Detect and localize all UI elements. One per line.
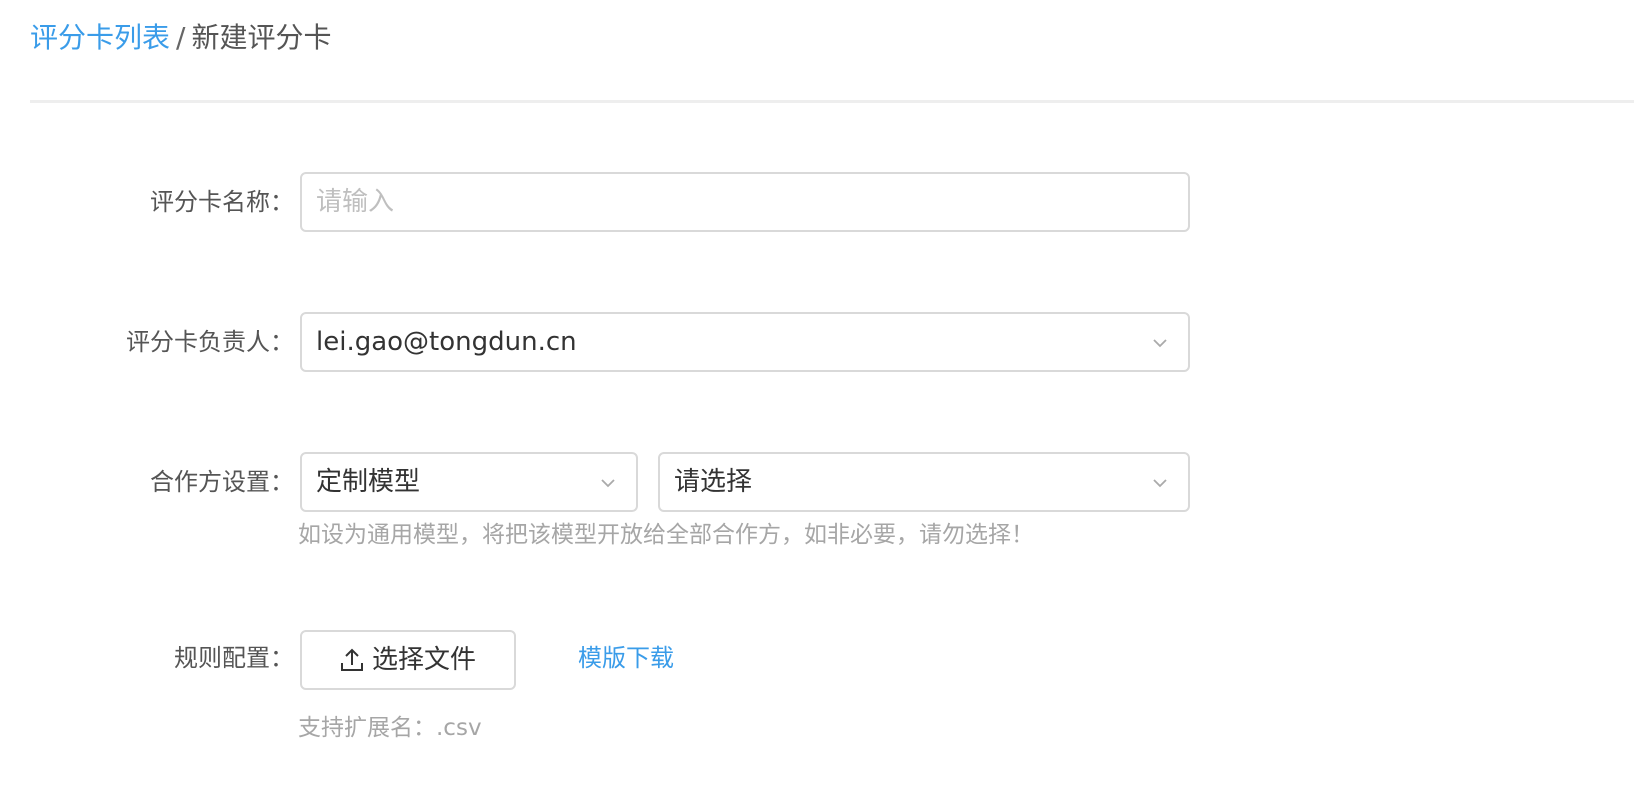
breadcrumb: 评分卡列表 / 新建评分卡 (30, 16, 331, 60)
chevron-down-icon (1153, 339, 1167, 348)
scorecard-name-input[interactable]: 请输入 (300, 172, 1190, 232)
rule-config-label: 规则配置： (174, 644, 294, 672)
file-extension-hint: 支持扩展名：.csv (298, 715, 482, 741)
chevron-down-icon (1153, 479, 1167, 488)
upload-icon (340, 648, 363, 671)
scorecard-owner-select[interactable]: lei.gao@tongdun.cn (300, 312, 1190, 372)
scorecard-owner-label: 评分卡负责人： (126, 328, 294, 356)
partner-select-value: 请选择 (674, 467, 753, 497)
scorecard-owner-value: lei.gao@tongdun.cn (316, 327, 577, 357)
model-type-select[interactable]: 定制模型 (300, 452, 638, 512)
breadcrumb-scorecard-list-link[interactable]: 评分卡列表 (30, 21, 170, 54)
breadcrumb-current-page: 新建评分卡 (191, 21, 332, 54)
breadcrumb-separator: / (176, 21, 186, 54)
partner-settings-hint: 如设为通用模型，将把该模型开放给全部合作方，如非必要，请勿选择！ (298, 522, 1034, 548)
chevron-down-icon (601, 479, 615, 488)
header-divider (30, 100, 1634, 103)
select-file-button[interactable]: 选择文件 (300, 630, 516, 690)
template-download-link[interactable]: 模版下载 (578, 638, 674, 678)
select-file-label: 选择文件 (371, 645, 476, 675)
partner-settings-label: 合作方设置： (150, 468, 294, 496)
scorecard-name-label: 评分卡名称： (150, 188, 294, 216)
model-type-value: 定制模型 (316, 467, 421, 497)
partner-select[interactable]: 请选择 (658, 452, 1190, 512)
